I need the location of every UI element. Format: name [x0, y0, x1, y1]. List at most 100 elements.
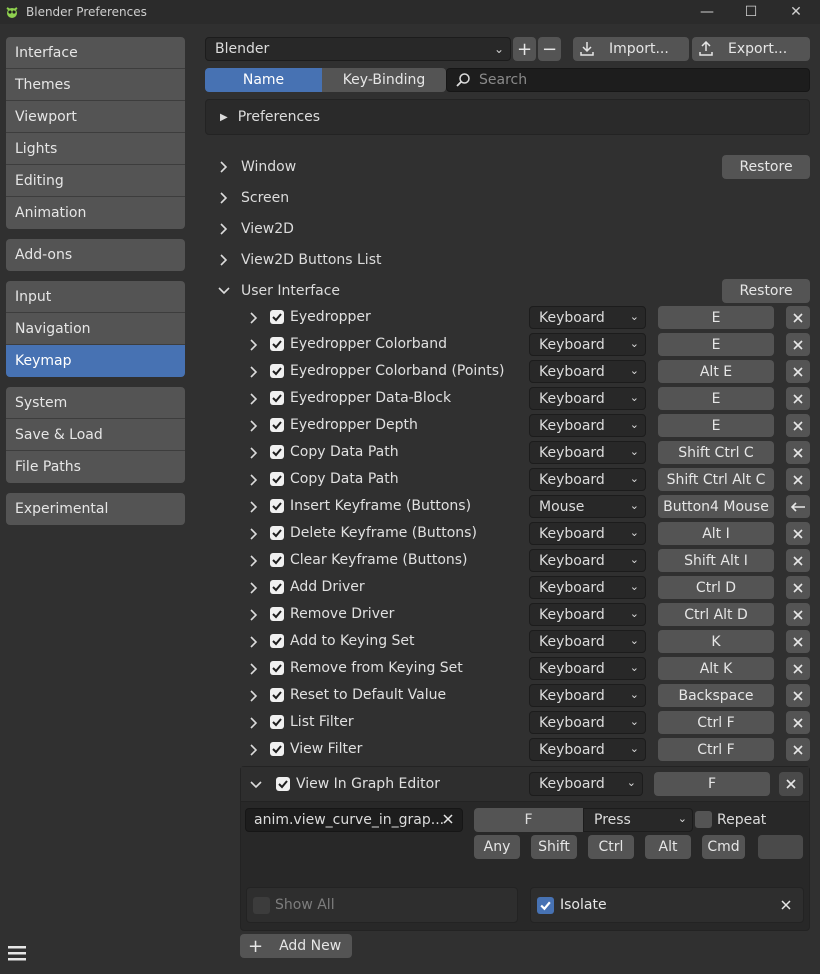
chevron-right-icon[interactable]: [248, 393, 260, 409]
remove-item-button[interactable]: [786, 306, 810, 329]
input-type-dropdown[interactable]: Keyboard ⌄: [529, 306, 646, 329]
key-binding-button[interactable]: F: [654, 772, 770, 796]
remove-preset-button[interactable]: −: [538, 37, 561, 61]
restore-button[interactable]: Restore: [722, 279, 810, 303]
remove-item-button[interactable]: [786, 414, 810, 437]
input-type-dropdown[interactable]: Keyboard ⌄: [529, 441, 646, 464]
key-binding-button[interactable]: E: [658, 387, 774, 410]
sidebar-item-add-ons[interactable]: Add-ons: [6, 239, 185, 271]
tab-name[interactable]: Name: [205, 68, 322, 92]
remove-item-button[interactable]: [786, 360, 810, 383]
input-type-dropdown[interactable]: Keyboard ⌄: [529, 522, 646, 545]
input-type-dropdown[interactable]: Keyboard ⌄: [529, 684, 646, 707]
input-type-dropdown[interactable]: Keyboard ⌄: [529, 772, 643, 796]
key-binding-button[interactable]: E: [658, 333, 774, 356]
key-binding-button[interactable]: Shift Alt I: [658, 549, 774, 572]
chevron-right-icon[interactable]: [248, 447, 260, 463]
category-user-interface[interactable]: User Interface: [218, 279, 340, 303]
chevron-right-icon[interactable]: [248, 636, 260, 652]
remove-item-button[interactable]: [786, 603, 810, 626]
remove-item-button[interactable]: [786, 549, 810, 572]
sidebar-item-themes[interactable]: Themes: [6, 69, 185, 101]
chevron-right-icon[interactable]: [248, 717, 260, 733]
remove-item-button[interactable]: [786, 711, 810, 734]
item-enabled-checkbox[interactable]: [270, 634, 284, 648]
key-binding-button[interactable]: Alt I: [658, 522, 774, 545]
repeat-toggle[interactable]: Repeat: [695, 811, 766, 828]
sidebar-item-save-load[interactable]: Save & Load: [6, 419, 185, 451]
remove-item-button[interactable]: [786, 576, 810, 599]
remove-item-button[interactable]: [786, 738, 810, 761]
key-binding-button[interactable]: Ctrl Alt D: [658, 603, 774, 626]
tab-key-binding[interactable]: Key-Binding: [322, 68, 446, 92]
sidebar-item-file-paths[interactable]: File Paths: [6, 451, 185, 483]
item-enabled-checkbox[interactable]: [270, 337, 284, 351]
preferences-panel-header[interactable]: ▶ Preferences: [205, 99, 810, 135]
input-type-dropdown[interactable]: Keyboard ⌄: [529, 333, 646, 356]
remove-item-button[interactable]: [786, 630, 810, 653]
category-window[interactable]: Window: [218, 155, 296, 179]
item-enabled-checkbox[interactable]: [270, 418, 284, 432]
item-enabled-checkbox[interactable]: [270, 742, 284, 756]
sidebar-item-navigation[interactable]: Navigation: [6, 313, 185, 345]
chevron-right-icon[interactable]: [248, 528, 260, 544]
remove-item-button[interactable]: [786, 441, 810, 464]
add-preset-button[interactable]: +: [513, 37, 536, 61]
modifier-cmd-button[interactable]: Cmd: [702, 835, 745, 859]
input-type-dropdown[interactable]: Keyboard ⌄: [529, 387, 646, 410]
chevron-down-icon[interactable]: [250, 779, 262, 791]
key-binding-button[interactable]: E: [658, 414, 774, 437]
chevron-right-icon[interactable]: [248, 474, 260, 490]
item-enabled-checkbox[interactable]: [270, 580, 284, 594]
input-type-dropdown[interactable]: Keyboard ⌄: [529, 576, 646, 599]
show-all-checkbox[interactable]: [253, 896, 270, 914]
clear-icon[interactable]: [441, 812, 455, 826]
input-type-dropdown[interactable]: Keyboard ⌄: [529, 549, 646, 572]
item-enabled-checkbox[interactable]: [270, 526, 284, 540]
repeat-checkbox[interactable]: [695, 811, 712, 828]
input-type-dropdown[interactable]: Keyboard ⌄: [529, 360, 646, 383]
key-binding-button[interactable]: E: [658, 306, 774, 329]
sidebar-item-editing[interactable]: Editing: [6, 165, 185, 197]
restore-item-button[interactable]: [786, 495, 810, 518]
input-type-dropdown[interactable]: Keyboard ⌄: [529, 711, 646, 734]
remove-item-button[interactable]: [786, 333, 810, 356]
item-enabled-checkbox[interactable]: [270, 364, 284, 378]
item-enabled-checkbox[interactable]: [270, 688, 284, 702]
key-binding-button[interactable]: Ctrl F: [658, 738, 774, 761]
chevron-right-icon[interactable]: [248, 690, 260, 706]
category-screen[interactable]: Screen: [218, 186, 289, 210]
isolate-checkbox[interactable]: [537, 896, 554, 914]
key-binding-button[interactable]: Ctrl F: [658, 711, 774, 734]
input-type-dropdown[interactable]: Keyboard ⌄: [529, 657, 646, 680]
show-all-toggle[interactable]: Show All: [246, 887, 518, 923]
modifier-shift-button[interactable]: Shift: [531, 835, 577, 859]
chevron-right-icon[interactable]: [248, 663, 260, 679]
modifier-any-button[interactable]: Any: [474, 835, 520, 859]
maximize-button[interactable]: ☐: [729, 0, 773, 24]
input-type-dropdown[interactable]: Keyboard ⌄: [529, 414, 646, 437]
item-enabled-checkbox[interactable]: [270, 661, 284, 675]
chevron-right-icon[interactable]: [248, 339, 260, 355]
chevron-right-icon[interactable]: [248, 609, 260, 625]
search-box[interactable]: [446, 68, 810, 92]
sidebar-item-viewport[interactable]: Viewport: [6, 101, 185, 133]
sidebar-item-keymap[interactable]: Keymap: [6, 345, 185, 377]
sidebar-item-interface[interactable]: Interface: [6, 37, 185, 69]
remove-item-button[interactable]: [786, 468, 810, 491]
item-enabled-checkbox[interactable]: [270, 472, 284, 486]
input-type-dropdown[interactable]: Keyboard ⌄: [529, 468, 646, 491]
isolate-toggle[interactable]: Isolate: [530, 887, 804, 923]
restore-item-button[interactable]: [779, 772, 803, 796]
sidebar-item-lights[interactable]: Lights: [6, 133, 185, 165]
modifier-alt-button[interactable]: Alt: [645, 835, 691, 859]
close-window-button[interactable]: ✕: [774, 0, 818, 24]
input-type-dropdown[interactable]: Keyboard ⌄: [529, 738, 646, 761]
restore-button[interactable]: Restore: [722, 155, 810, 179]
keymap-preset-dropdown[interactable]: Blender ⌄: [205, 37, 511, 61]
remove-item-button[interactable]: [786, 657, 810, 680]
input-type-dropdown[interactable]: Keyboard ⌄: [529, 603, 646, 626]
category-view2d[interactable]: View2D: [218, 217, 294, 241]
key-binding-button[interactable]: Shift Ctrl Alt C: [658, 468, 774, 491]
chevron-right-icon[interactable]: [248, 501, 260, 517]
